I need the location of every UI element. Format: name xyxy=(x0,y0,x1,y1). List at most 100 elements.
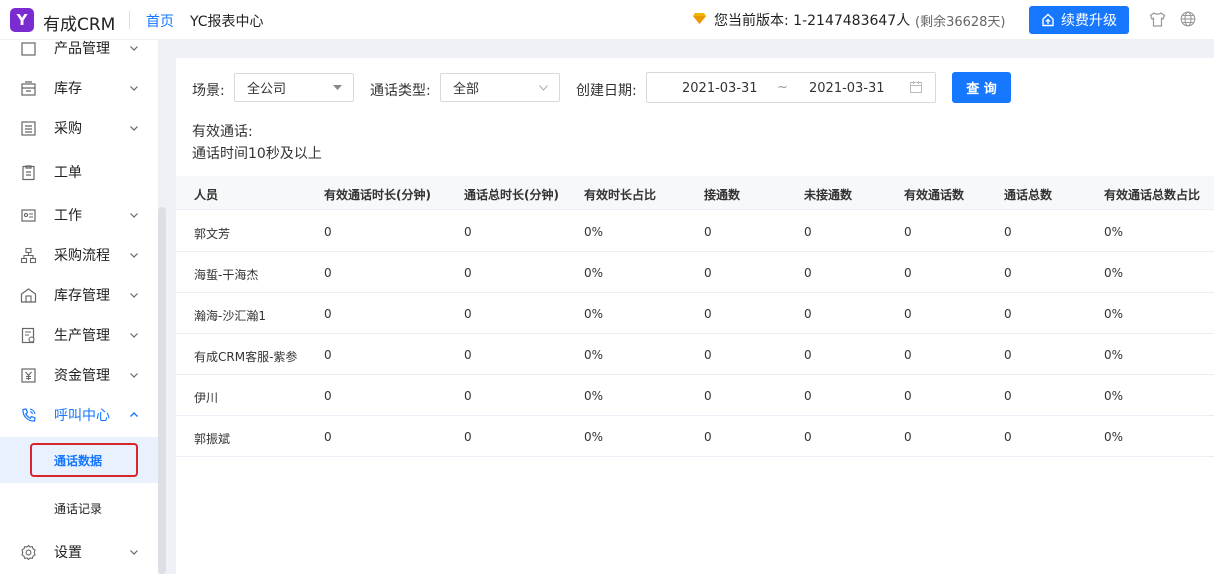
column-header[interactable]: 有效通话时长(分钟) xyxy=(324,186,431,203)
sidebar: 产品管理 库存 采购 工单 工作 采购流程 库存管理 生产管理 资金管理 呼叫中… xyxy=(0,40,166,574)
table-cell: 郭振斌 xyxy=(194,432,231,446)
app-logo[interactable]: Y xyxy=(10,8,34,32)
table-cell: 0 xyxy=(804,348,812,362)
top-bar: Y 有成CRM 首页 YC报表中心 您当前版本: 1-2147483647人 (… xyxy=(0,0,1214,40)
table-cell: 0 xyxy=(704,225,712,239)
calendar-icon xyxy=(910,81,922,93)
table-cell: 0% xyxy=(584,430,604,444)
table-row[interactable]: 郭振斌 0 0 0% 0 0 0 0 0% xyxy=(176,416,1214,457)
sidebar-item-funds[interactable]: 资金管理 xyxy=(0,355,158,395)
sidebar-scrollbar-thumb[interactable] xyxy=(158,207,166,574)
table-header: 人员 有效通话时长(分钟) 通话总时长(分钟) 有效时长占比 接通数 未接通数 … xyxy=(176,176,1214,210)
upgrade-label: 续费升级 xyxy=(1061,13,1117,29)
upgrade-button[interactable]: 续费升级 xyxy=(1029,6,1129,34)
sidebar-item-inventory[interactable]: 库存 xyxy=(0,68,158,108)
chevron-down-icon xyxy=(130,126,138,131)
table-row[interactable]: 海蜇-干海杰 0 0 0% 0 0 0 0 0% xyxy=(176,252,1214,293)
inventory-icon xyxy=(21,80,36,96)
sidebar-item-settings[interactable]: 设置 xyxy=(0,532,158,572)
table-cell: 0 xyxy=(1004,225,1012,239)
column-header[interactable]: 通话总数 xyxy=(1004,186,1052,203)
highlight-annotation xyxy=(30,443,138,477)
sidebar-item-product[interactable]: 产品管理 xyxy=(0,40,158,68)
call-type-value: 全部 xyxy=(453,82,480,97)
call-type-select[interactable]: 全部 xyxy=(440,73,560,102)
table-cell: 0 xyxy=(704,389,712,403)
nav-report-link[interactable]: YC报表中心 xyxy=(190,11,264,31)
sidebar-item-warehouse[interactable]: 库存管理 xyxy=(0,275,158,315)
table-cell: 0 xyxy=(464,389,472,403)
date-start[interactable]: 2021-03-31 xyxy=(682,81,758,96)
table-row[interactable]: 有成CRM客服-紫参 0 0 0% 0 0 0 0 0% xyxy=(176,334,1214,375)
chevron-up-icon xyxy=(130,412,138,417)
table-cell: 0% xyxy=(584,307,604,321)
yen-icon xyxy=(21,367,36,383)
sidebar-subitem-call-records[interactable]: 通话记录 xyxy=(0,485,158,531)
chevron-down-icon xyxy=(130,86,138,91)
chevron-down-icon xyxy=(130,213,138,218)
column-header[interactable]: 有效时长占比 xyxy=(584,186,656,203)
date-separator: ~ xyxy=(777,80,788,95)
ticket-icon xyxy=(22,164,35,180)
table-cell: 0% xyxy=(1104,307,1124,321)
table-cell: 0 xyxy=(904,348,912,362)
table-cell: 0 xyxy=(464,348,472,362)
sidebar-item-purchase-flow[interactable]: 采购流程 xyxy=(0,235,158,275)
chevron-down-icon xyxy=(130,333,138,338)
chevron-down-icon xyxy=(539,85,548,91)
table-cell: 0% xyxy=(1104,430,1124,444)
sidebar-item-label: 采购 xyxy=(54,121,82,137)
table-cell: 0% xyxy=(584,266,604,280)
sidebar-item-ticket[interactable]: 工单 xyxy=(0,152,158,192)
table-cell: 0% xyxy=(584,389,604,403)
sidebar-item-work[interactable]: 工作 xyxy=(0,195,158,235)
sidebar-item-purchase[interactable]: 采购 xyxy=(0,108,158,148)
table-cell: 0 xyxy=(324,225,332,239)
sidebar-item-label: 产品管理 xyxy=(54,41,110,57)
table-cell: 海蜇-干海杰 xyxy=(194,268,259,282)
column-header[interactable]: 有效通话数 xyxy=(904,186,964,203)
table-row[interactable]: 伊川 0 0 0% 0 0 0 0 0% xyxy=(176,375,1214,416)
scene-select[interactable]: 全公司 xyxy=(234,73,354,102)
caret-down-icon xyxy=(333,85,342,90)
chevron-down-icon xyxy=(130,46,138,51)
date-label: 创建日期: xyxy=(576,83,637,99)
table-cell: 0 xyxy=(904,266,912,280)
column-header[interactable]: 接通数 xyxy=(704,186,740,203)
table-cell: 0 xyxy=(904,389,912,403)
column-header[interactable]: 人员 xyxy=(194,186,218,203)
table-row[interactable]: 郭文芳 0 0 0% 0 0 0 0 0% xyxy=(176,211,1214,252)
diamond-icon xyxy=(693,13,706,24)
divider xyxy=(129,11,130,29)
sidebar-item-call-center[interactable]: 呼叫中心 xyxy=(0,395,158,435)
table-row[interactable]: 瀚海-沙汇瀚1 0 0 0% 0 0 0 0 0% xyxy=(176,293,1214,334)
table-cell: 0 xyxy=(904,225,912,239)
date-end[interactable]: 2021-03-31 xyxy=(809,81,885,96)
purchase-icon xyxy=(21,120,36,136)
table-cell: 0 xyxy=(464,266,472,280)
sidebar-item-label: 库存管理 xyxy=(54,288,110,304)
query-button[interactable]: 查 询 xyxy=(952,72,1011,103)
work-icon xyxy=(21,208,36,222)
skin-icon[interactable] xyxy=(1149,11,1166,28)
sidebar-item-label: 工单 xyxy=(54,165,82,181)
version-info: 您当前版本: 1-2147483647人 xyxy=(714,13,911,29)
table-cell: 0 xyxy=(804,430,812,444)
nav-home-link[interactable]: 首页 xyxy=(146,11,174,31)
table-cell: 0 xyxy=(704,266,712,280)
globe-icon[interactable] xyxy=(1180,11,1196,27)
date-range-picker[interactable]: 2021-03-31 ~ 2021-03-31 xyxy=(646,72,936,103)
table-cell: 0% xyxy=(584,225,604,239)
table-cell: 0 xyxy=(1004,430,1012,444)
column-header[interactable]: 有效通话总数占比 xyxy=(1104,186,1200,203)
column-header[interactable]: 通话总时长(分钟) xyxy=(464,186,559,203)
sidebar-item-production[interactable]: 生产管理 xyxy=(0,315,158,355)
table-cell: 0 xyxy=(1004,389,1012,403)
table-cell: 0 xyxy=(464,307,472,321)
table-cell: 0 xyxy=(324,389,332,403)
column-header[interactable]: 未接通数 xyxy=(804,186,852,203)
table-cell: 0% xyxy=(1104,225,1124,239)
table-cell: 0 xyxy=(1004,348,1012,362)
table-cell: 0 xyxy=(1004,307,1012,321)
scene-value: 全公司 xyxy=(247,82,287,97)
